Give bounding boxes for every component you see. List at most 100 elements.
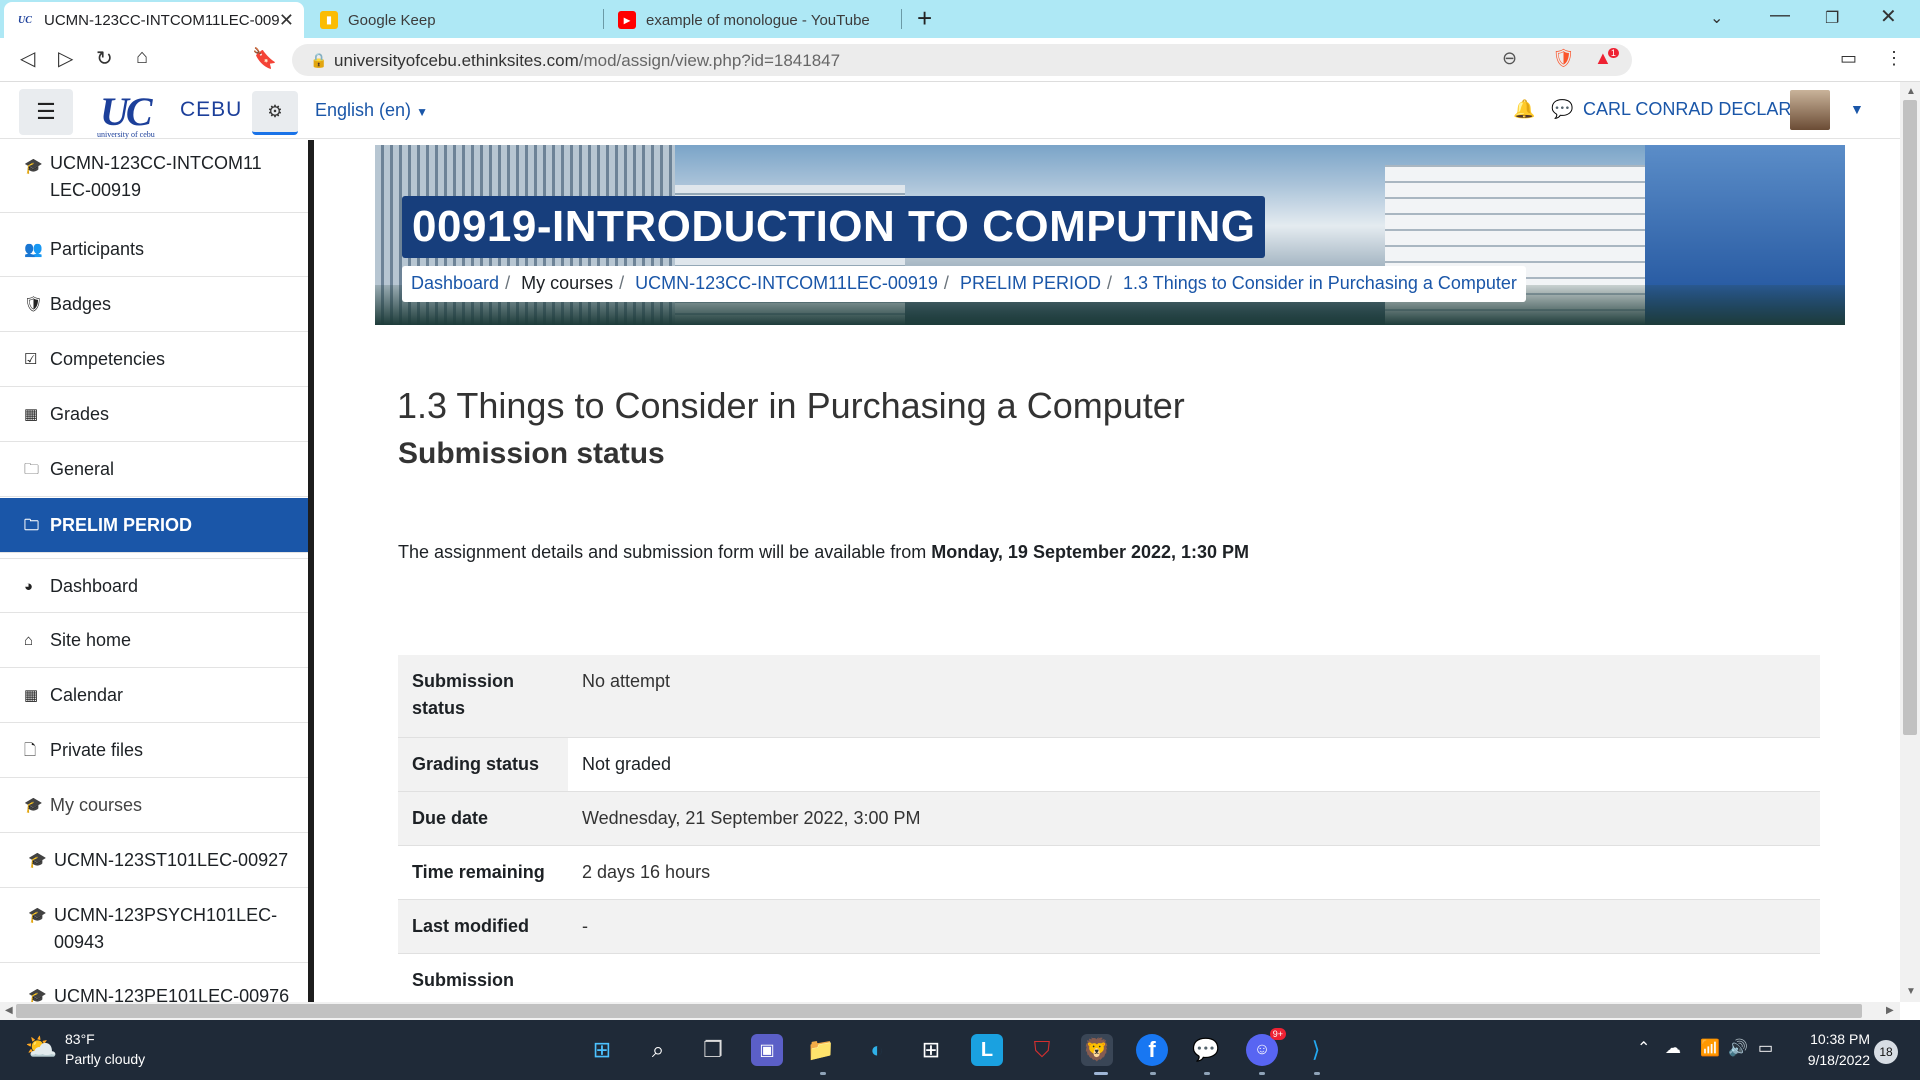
- sidebar-item-participants[interactable]: 👥 Participants: [0, 222, 308, 277]
- messenger-icon[interactable]: 💬: [1190, 1034, 1222, 1066]
- weather-partly-cloudy-icon[interactable]: ⛅: [25, 1032, 57, 1063]
- close-window-icon[interactable]: ✕: [1880, 4, 1897, 29]
- user-name[interactable]: CARL CONRAD DECLARO: [1583, 99, 1805, 120]
- table-icon: ▦: [24, 406, 39, 423]
- show-hidden-icons-chevron-icon[interactable]: ⌃: [1637, 1038, 1650, 1058]
- sidebar-item-dashboard[interactable]: ◕ Dashboard: [0, 558, 308, 613]
- sidebar-item-prelim-period[interactable]: 🗀 PRELIM PERIOD: [0, 498, 308, 553]
- horizontal-scroll-thumb[interactable]: [16, 1004, 1862, 1018]
- weather-temperature[interactable]: 83°F: [65, 1031, 95, 1047]
- brave-shield-icon[interactable]: 🛡: [1552, 48, 1575, 69]
- back-icon[interactable]: ◁: [20, 46, 35, 71]
- teams-chat-icon[interactable]: ▣: [751, 1034, 783, 1066]
- sidebar-item-course-pe101[interactable]: 🎓 UCMN-123PE101LEC-00976: [0, 983, 308, 1002]
- url-text: universityofcebu.ethinksites.com/mod/ass…: [334, 51, 841, 70]
- sidebar-item-label: Grades: [50, 404, 110, 424]
- breadcrumb-link-dashboard[interactable]: Dashboard: [411, 273, 499, 293]
- sidebar-item-calendar[interactable]: ▦ Calendar: [0, 668, 308, 723]
- minimize-icon[interactable]: —: [1770, 4, 1790, 27]
- submission-status-table: Submission status No attempt Grading sta…: [398, 655, 1820, 1008]
- microsoft-store-icon[interactable]: ⊞: [915, 1034, 947, 1066]
- new-tab-icon[interactable]: +: [917, 3, 932, 34]
- restore-icon[interactable]: ❐: [1825, 8, 1839, 28]
- sidebar-item-course-st101[interactable]: 🎓 UCMN-123ST101LEC-00927: [0, 833, 308, 888]
- windows-taskbar: [0, 1020, 1920, 1080]
- table-row: Grading status Not graded: [398, 737, 1820, 791]
- clock-time[interactable]: 10:38 PM: [1805, 1031, 1870, 1047]
- vertical-scroll-thumb[interactable]: [1903, 100, 1917, 735]
- availability-text: The assignment details and submission fo…: [398, 542, 932, 562]
- settings-gear-icon[interactable]: ⚙: [252, 91, 298, 135]
- wifi-icon[interactable]: 📶: [1700, 1038, 1720, 1058]
- task-view-icon[interactable]: ❐: [697, 1034, 729, 1066]
- file-explorer-icon[interactable]: 📁: [805, 1034, 837, 1066]
- close-tab-icon[interactable]: ✕: [279, 10, 294, 31]
- reload-icon[interactable]: ↻: [96, 46, 113, 71]
- zoom-icon[interactable]: ⊖: [1502, 48, 1517, 69]
- user-menu-caret-icon[interactable]: ▼: [1850, 101, 1864, 117]
- graduation-cap-icon: 🎓: [28, 852, 47, 869]
- facebook-icon[interactable]: f: [1136, 1034, 1168, 1066]
- discord-icon[interactable]: ☺ 9+: [1246, 1028, 1286, 1066]
- forward-icon[interactable]: ▷: [58, 46, 73, 71]
- menu-icon[interactable]: ⋮: [1885, 48, 1903, 69]
- home-icon[interactable]: ⌂: [136, 46, 148, 69]
- scroll-up-icon[interactable]: ▲: [1906, 86, 1916, 97]
- address-bar[interactable]: 🔒 universityofcebu.ethinksites.com/mod/a…: [292, 44, 1632, 76]
- launcher-l-icon[interactable]: L: [971, 1034, 1003, 1066]
- wallet-icon[interactable]: ▭: [1840, 48, 1857, 69]
- breadcrumb-link-course[interactable]: UCMN-123CC-INTCOM11LEC-00919: [635, 273, 938, 293]
- scroll-left-icon[interactable]: ◀: [5, 1005, 13, 1016]
- discord-badge: 9+: [1269, 1028, 1286, 1040]
- drawer-toggle-icon[interactable]: ☰: [19, 89, 73, 135]
- breadcrumb-link-section[interactable]: PRELIM PERIOD: [960, 273, 1101, 293]
- uc-favicon-icon: UC: [18, 14, 32, 26]
- weather-description[interactable]: Partly cloudy: [65, 1051, 145, 1067]
- sidebar-item-course-psych101[interactable]: 🎓 UCMN-123PSYCH101LEC-00943: [0, 888, 308, 963]
- sidebar-item-label: PRELIM PERIOD: [50, 515, 193, 535]
- brave-rewards-icon[interactable]: ▲1: [1594, 48, 1623, 69]
- row-label: Grading status: [398, 737, 568, 791]
- edge-icon[interactable]: ◐: [861, 1034, 893, 1066]
- sidebar-item-competencies[interactable]: ☑ Competencies: [0, 332, 308, 387]
- network-warning-icon[interactable]: ☁: [1665, 1038, 1681, 1058]
- table-row: Due date Wednesday, 21 September 2022, 3…: [398, 791, 1820, 845]
- bookmark-icon[interactable]: 🔖: [252, 46, 277, 71]
- sidebar-item-grades[interactable]: ▦ Grades: [0, 387, 308, 442]
- battery-icon[interactable]: ▭: [1758, 1038, 1773, 1058]
- clock-date[interactable]: 9/18/2022: [1795, 1052, 1870, 1068]
- vscode-icon[interactable]: ⟩: [1300, 1034, 1332, 1066]
- site-logo[interactable]: UC: [100, 88, 153, 135]
- breadcrumb-link-assignment[interactable]: 1.3 Things to Consider in Purchasing a C…: [1123, 273, 1517, 293]
- sidebar-item-general[interactable]: 🗀 General: [0, 442, 308, 497]
- volume-icon[interactable]: 🔊: [1728, 1038, 1748, 1058]
- notifications-bell-icon[interactable]: 🔔: [1513, 99, 1535, 120]
- tab-youtube[interactable]: ▶ example of monologue - YouTube: [606, 2, 896, 38]
- sidebar-item-course[interactable]: 🎓 UCMN-123CC-INTCOM11LEC-00919: [0, 153, 308, 213]
- brave-browser-icon[interactable]: 🦁: [1081, 1034, 1113, 1066]
- language-menu[interactable]: English (en) ▼: [315, 100, 428, 121]
- avatar[interactable]: [1790, 90, 1830, 130]
- sidebar-item-label: Competencies: [50, 349, 166, 369]
- sidebar-item-badges[interactable]: 🛡 Badges: [0, 277, 308, 332]
- tab-google-keep[interactable]: ▮ Google Keep: [308, 2, 598, 38]
- notification-count-badge[interactable]: 18: [1874, 1040, 1898, 1064]
- scroll-down-icon[interactable]: ▼: [1906, 986, 1916, 997]
- row-label: Due date: [412, 807, 489, 828]
- table-row: Time remaining 2 days 16 hours: [398, 845, 1820, 899]
- windows-start-icon[interactable]: ⊞: [586, 1034, 618, 1066]
- scroll-right-icon[interactable]: ▶: [1886, 1005, 1894, 1016]
- mcafee-icon[interactable]: ⛉: [1026, 1034, 1058, 1066]
- sidebar-item-site-home[interactable]: ⌂ Site home: [0, 613, 308, 668]
- row-label: Time remaining: [412, 861, 545, 882]
- messages-icon[interactable]: 💬: [1551, 99, 1573, 120]
- row-value: [568, 953, 1820, 1007]
- availability-date: Monday, 19 September 2022, 1:30 PM: [931, 542, 1250, 562]
- search-icon[interactable]: ⌕: [642, 1034, 674, 1066]
- sidebar-item-my-courses[interactable]: 🎓 My courses: [0, 778, 308, 833]
- home-icon: ⌂: [24, 632, 34, 649]
- tab-course[interactable]: UC UCMN-123CC-INTCOM11LEC-009 ✕: [4, 2, 304, 38]
- tab-search-icon[interactable]: ⌄: [1710, 8, 1723, 28]
- sidebar-item-private-files[interactable]: 🗋 Private files: [0, 723, 308, 778]
- folder-icon: 🗀: [24, 517, 40, 534]
